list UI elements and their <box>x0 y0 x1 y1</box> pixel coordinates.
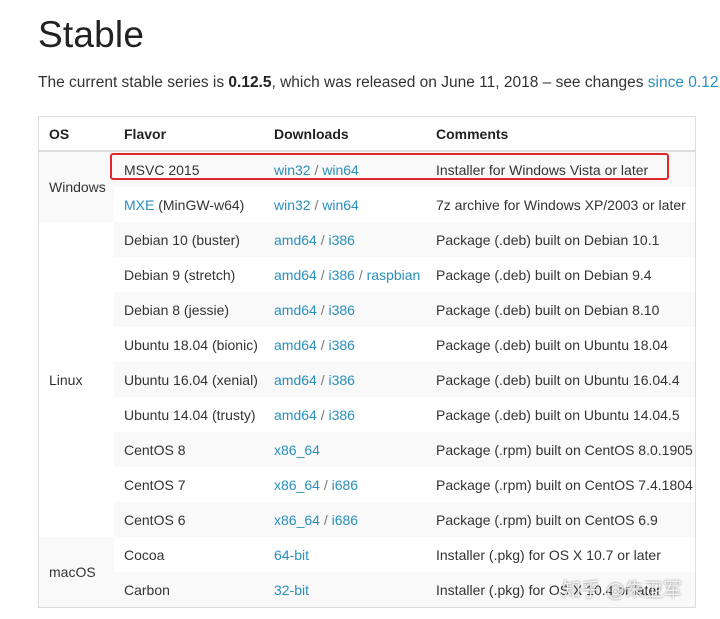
comment-cell: Package (.rpm) built on CentOS 8.0.1905 <box>426 432 696 467</box>
download-link-i386[interactable]: i386 <box>328 407 354 423</box>
os-macos: macOS <box>38 537 114 608</box>
table-row: Debian 9 (stretch) amd64 / i386 / raspbi… <box>39 257 696 292</box>
header-downloads: Downloads <box>264 116 426 152</box>
table-row: Linux Debian 10 (buster) amd64 / i386 Pa… <box>38 222 696 537</box>
download-link-win32[interactable]: win32 <box>274 197 311 213</box>
flavor-cell: CentOS 7 <box>114 467 264 502</box>
comment-cell: Package (.deb) built on Debian 9.4 <box>426 257 696 292</box>
table-row: Ubuntu 16.04 (xenial) amd64 / i386 Packa… <box>39 362 696 397</box>
download-link-i386[interactable]: i386 <box>328 267 354 283</box>
comment-cell: Package (.deb) built on Ubuntu 18.04 <box>426 327 696 362</box>
separator: / <box>316 336 329 353</box>
comment-cell: Package (.rpm) built on CentOS 7.4.1804 <box>426 467 696 502</box>
separator: / <box>319 476 332 493</box>
table-row: CentOS 6 x86_64 / i686 Package (.rpm) bu… <box>39 502 696 537</box>
header-os: OS <box>38 116 114 152</box>
download-link-amd64[interactable]: amd64 <box>274 407 317 423</box>
download-link-x86-64[interactable]: x86_64 <box>274 442 320 458</box>
downloads-cell: x86_64 / i686 <box>264 467 426 502</box>
table-row: CentOS 7 x86_64 / i686 Package (.rpm) bu… <box>39 467 696 502</box>
download-link-i386[interactable]: i386 <box>328 232 354 248</box>
download-link-x86-64[interactable]: x86_64 <box>274 477 320 493</box>
flavor-cell: CentOS 8 <box>114 432 264 467</box>
table-body: Windows MSVC 2015 win32 / win64 Installe… <box>38 151 696 608</box>
downloads-cell: amd64 / i386 <box>264 397 426 432</box>
download-link-amd64[interactable]: amd64 <box>274 302 317 318</box>
flavor-cell: Ubuntu 14.04 (trusty) <box>114 397 264 432</box>
separator: / <box>316 371 329 388</box>
header-flavor: Flavor <box>114 116 264 152</box>
table-row: Ubuntu 18.04 (bionic) amd64 / i386 Packa… <box>39 327 696 362</box>
flavor-cell: CentOS 6 <box>114 502 264 537</box>
separator: / <box>316 301 329 318</box>
watermark: 知乎 @朱卫军 <box>562 579 683 601</box>
download-link-amd64[interactable]: amd64 <box>274 232 317 248</box>
intro-text: The current stable series is 0.12.5, whi… <box>38 74 718 92</box>
separator: / <box>316 266 329 283</box>
download-link-i386[interactable]: i386 <box>328 337 354 353</box>
comment-cell: 7z archive for Windows XP/2003 or later <box>426 187 696 222</box>
flavor-cell: Ubuntu 16.04 (xenial) <box>114 362 264 397</box>
separator: / <box>354 266 367 283</box>
separator: / <box>316 231 329 248</box>
flavor-cell: Cocoa <box>114 537 264 572</box>
table-row: MXE (MinGW-w64) win32 / win64 7z archive… <box>39 187 696 222</box>
comment-cell: Package (.rpm) built on CentOS 6.9 <box>426 502 696 537</box>
comment-cell: Package (.deb) built on Debian 10.1 <box>426 222 696 257</box>
download-link-32-bit[interactable]: 32-bit <box>274 582 309 598</box>
downloads-cell: win32 / win64 <box>264 187 426 222</box>
downloads-cell: x86_64 <box>264 432 426 467</box>
separator: / <box>319 511 332 528</box>
download-link-i386[interactable]: i386 <box>328 372 354 388</box>
comment-cell: Package (.deb) built on Ubuntu 14.04.5 <box>426 397 696 432</box>
intro-middle: , which was released on June 11, 2018 – … <box>271 74 648 91</box>
download-link-win64[interactable]: win64 <box>322 197 359 213</box>
changes-link[interactable]: since 0.12 <box>648 74 719 91</box>
table-row: Debian 8 (jessie) amd64 / i386 Package (… <box>39 292 696 327</box>
separator: / <box>310 196 323 213</box>
downloads-cell: amd64 / i386 <box>264 292 426 327</box>
downloads-cell: amd64 / i386 <box>264 327 426 362</box>
mxe-link[interactable]: MXE <box>124 197 154 213</box>
download-link-i386[interactable]: i386 <box>328 302 354 318</box>
os-linux: Linux <box>38 222 114 537</box>
downloads-cell: 32-bit <box>264 572 426 608</box>
flavor-cell: Debian 8 (jessie) <box>114 292 264 327</box>
stable-version: 0.12.5 <box>228 74 272 91</box>
table-header-row: OS Flavor Downloads Comments <box>38 116 696 152</box>
highlight-box <box>110 153 669 180</box>
download-link-amd64[interactable]: amd64 <box>274 372 317 388</box>
flavor-cell: MXE (MinGW-w64) <box>114 187 264 222</box>
comment-cell: Package (.deb) built on Ubuntu 16.04.4 <box>426 362 696 397</box>
flavor-suffix: (MinGW-w64) <box>154 196 245 213</box>
downloads-table: OS Flavor Downloads Comments Windows MSV… <box>38 116 696 608</box>
table-row: macOS Cocoa 64-bit Installer (.pkg) for … <box>38 537 696 608</box>
download-link-i686[interactable]: i686 <box>332 512 358 528</box>
table-row: CentOS 8 x86_64 Package (.rpm) built on … <box>39 432 696 467</box>
flavor-cell: Debian 9 (stretch) <box>114 257 264 292</box>
page-title: Stable <box>38 14 145 55</box>
intro-prefix: The current stable series is <box>38 74 229 91</box>
separator: / <box>316 406 329 423</box>
header-comments: Comments <box>426 116 696 152</box>
flavor-cell: Debian 10 (buster) <box>114 222 264 257</box>
downloads-cell: amd64 / i386 <box>264 222 426 257</box>
download-link-amd64[interactable]: amd64 <box>274 267 317 283</box>
downloads-cell: x86_64 / i686 <box>264 502 426 537</box>
download-link-i686[interactable]: i686 <box>332 477 358 493</box>
download-link-x86-64[interactable]: x86_64 <box>274 512 320 528</box>
download-link-64-bit[interactable]: 64-bit <box>274 547 309 563</box>
comment-cell: Package (.deb) built on Debian 8.10 <box>426 292 696 327</box>
table-row: Ubuntu 14.04 (trusty) amd64 / i386 Packa… <box>39 397 696 432</box>
flavor-cell: Carbon <box>114 572 264 608</box>
comment-cell: Installer (.pkg) for OS X 10.7 or later <box>426 537 696 572</box>
downloads-cell: 64-bit <box>264 537 426 572</box>
download-link-amd64[interactable]: amd64 <box>274 337 317 353</box>
downloads-cell: amd64 / i386 <box>264 362 426 397</box>
downloads-cell: amd64 / i386 / raspbian <box>264 257 426 292</box>
os-windows: Windows <box>38 151 114 222</box>
flavor-cell: Ubuntu 18.04 (bionic) <box>114 327 264 362</box>
download-link-raspbian[interactable]: raspbian <box>367 267 421 283</box>
